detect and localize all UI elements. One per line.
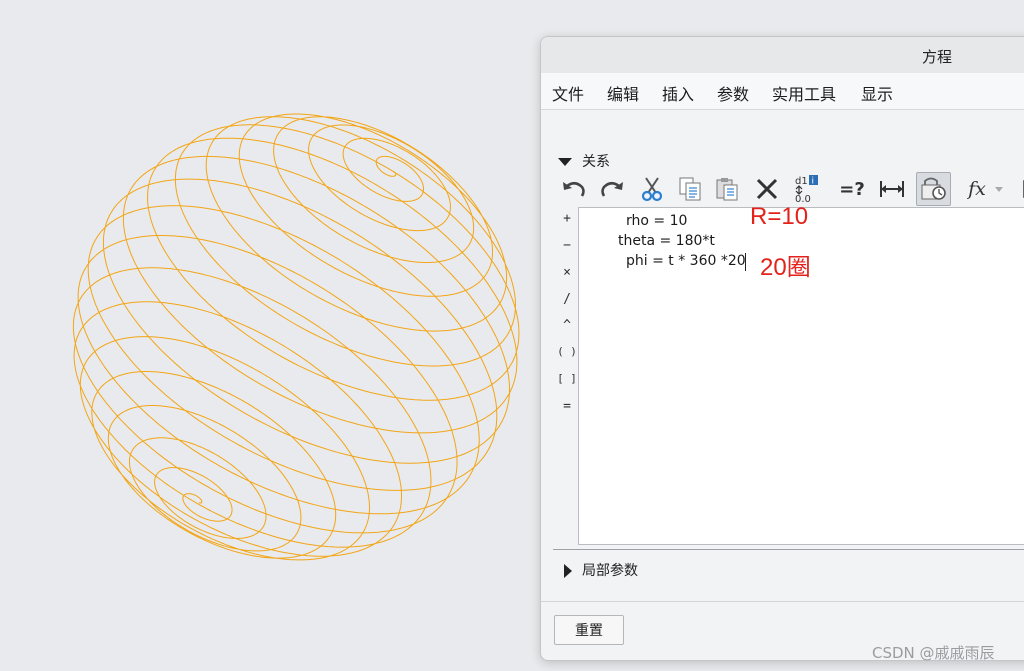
copy-button[interactable] (675, 173, 705, 205)
spherical-spiral-curve (72, 113, 520, 561)
collapse-arrow-icon (558, 158, 572, 166)
paste-icon (716, 178, 738, 201)
local-params-label: 局部参数 (582, 563, 638, 579)
equations-dialog: 方程 文件 编辑 插入 参数 实用工具 显示 关系 d1 i 0.0 =? fx… (540, 36, 1024, 661)
evaluate-button[interactable]: =? (837, 173, 867, 205)
operator-divide[interactable]: / (555, 292, 579, 307)
menu-bar: 文件 编辑 插入 参数 实用工具 显示 (541, 73, 1024, 110)
equation-line[interactable]: rho = 10 (626, 213, 687, 229)
operator-parentheses[interactable]: ( ) (555, 345, 579, 358)
more-button[interactable] (1015, 173, 1024, 205)
operator-brackets[interactable]: [ ] (555, 372, 579, 385)
section-divider (553, 549, 1024, 550)
footer-separator (541, 601, 1024, 602)
function-icon: fx (968, 178, 986, 200)
delete-button[interactable] (752, 173, 782, 205)
equation-line[interactable]: phi = t * 360 *20 (626, 253, 746, 269)
relations-editor[interactable]: rho = 10 theta = 180*t phi = t * 360 *20… (578, 203, 1024, 545)
more-icon (1023, 180, 1024, 198)
lock-units-button[interactable] (916, 172, 951, 206)
menu-parameters[interactable]: 参数 (717, 81, 749, 105)
turns-annotation: 20圈 (760, 254, 811, 281)
operator-equals[interactable]: = (555, 399, 579, 414)
menu-utilities[interactable]: 实用工具 (772, 81, 836, 105)
redo-button[interactable] (597, 173, 627, 205)
watermark: CSDN @戚戚雨辰 (872, 644, 995, 662)
relations-section-header[interactable]: 关系 (558, 151, 610, 171)
text-cursor (745, 253, 746, 271)
undo-icon (563, 181, 585, 197)
function-dropdown-button[interactable] (992, 173, 1006, 205)
operator-minus[interactable]: − (555, 238, 579, 253)
menu-insert[interactable]: 插入 (662, 81, 694, 105)
operator-power[interactable]: ^ (555, 318, 579, 333)
reset-button[interactable]: 重置 (554, 615, 624, 645)
dialog-title: 方程 (922, 48, 953, 66)
local-params-section-header[interactable]: 局部参数 (564, 560, 638, 580)
radius-annotation: R=10 (750, 203, 809, 230)
verify-relations-button[interactable]: d1 i 0.0 (791, 173, 821, 205)
operator-multiply[interactable]: × (555, 265, 579, 280)
svg-text:i: i (812, 177, 815, 187)
menu-edit[interactable]: 编辑 (607, 81, 639, 105)
evaluate-icon: =? (839, 178, 865, 200)
menu-display[interactable]: 显示 (861, 81, 893, 105)
cut-icon (641, 177, 663, 202)
expand-arrow-icon (564, 564, 572, 578)
delete-icon (756, 178, 778, 200)
paste-button[interactable] (712, 173, 742, 205)
lock-units-icon (921, 177, 946, 200)
relations-label: 关系 (582, 154, 610, 170)
dialog-titlebar[interactable]: 方程 (541, 37, 1024, 73)
measure-button[interactable] (877, 173, 907, 205)
equation-line[interactable]: theta = 180*t (618, 233, 715, 249)
verify-relations-icon: d1 i 0.0 (795, 175, 818, 204)
undo-button[interactable] (559, 173, 589, 205)
operator-plus[interactable]: + (555, 211, 579, 226)
menu-file[interactable]: 文件 (552, 81, 584, 105)
graphics-viewport[interactable] (0, 0, 540, 671)
spiral-curve-path (72, 113, 520, 561)
relations-toolbar: d1 i 0.0 =? fx (557, 172, 1024, 207)
measure-icon (880, 181, 904, 197)
function-button[interactable]: fx (960, 173, 994, 205)
redo-icon (601, 181, 623, 197)
svg-text:d1: d1 (795, 176, 808, 187)
cut-button[interactable] (637, 173, 667, 205)
chevron-down-icon (995, 186, 1003, 192)
copy-icon (679, 177, 701, 201)
